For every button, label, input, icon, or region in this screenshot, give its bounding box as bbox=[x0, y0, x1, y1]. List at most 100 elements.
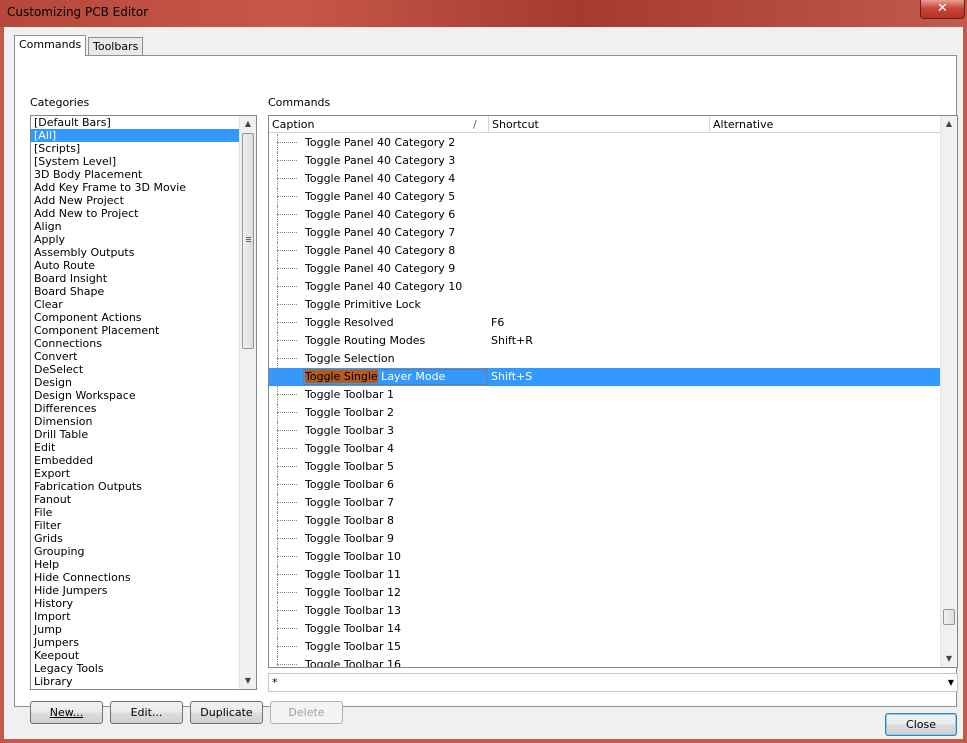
scroll-down-icon[interactable]: ▼ bbox=[240, 673, 256, 689]
table-row[interactable]: Toggle Toolbar 8 bbox=[269, 512, 941, 530]
category-item[interactable]: History bbox=[31, 597, 239, 610]
category-item[interactable]: [All] bbox=[31, 129, 239, 142]
category-item[interactable]: DeSelect bbox=[31, 363, 239, 376]
table-row[interactable]: Toggle Toolbar 14 bbox=[269, 620, 941, 638]
category-item[interactable]: Board Shape bbox=[31, 285, 239, 298]
table-row[interactable]: Toggle Toolbar 13 bbox=[269, 602, 941, 620]
delete-button[interactable]: Delete bbox=[270, 701, 343, 724]
table-row[interactable]: Toggle Toolbar 15 bbox=[269, 638, 941, 656]
table-row[interactable]: Toggle Toolbar 10 bbox=[269, 548, 941, 566]
category-item[interactable]: Design bbox=[31, 376, 239, 389]
caption-edit-field[interactable]: Toggle Single Layer Mode bbox=[303, 369, 487, 385]
table-row[interactable]: Toggle Toolbar 5 bbox=[269, 458, 941, 476]
category-item[interactable]: Edit bbox=[31, 441, 239, 454]
table-row[interactable]: Toggle Toolbar 4 bbox=[269, 440, 941, 458]
chevron-down-icon[interactable]: ▼ bbox=[948, 674, 954, 691]
table-row[interactable]: Toggle Panel 40 Category 9 bbox=[269, 260, 941, 278]
category-item[interactable]: Add New to Project bbox=[31, 207, 239, 220]
category-item[interactable]: Library bbox=[31, 675, 239, 688]
category-item[interactable]: File bbox=[31, 506, 239, 519]
table-row[interactable]: Toggle Routing Modes Shift+R bbox=[269, 332, 941, 350]
category-item[interactable]: 3D Body Placement bbox=[31, 168, 239, 181]
category-item[interactable]: Keepout bbox=[31, 649, 239, 662]
category-item[interactable]: Board Insight bbox=[31, 272, 239, 285]
category-item[interactable]: Grouping bbox=[31, 545, 239, 558]
category-item[interactable]: Add New Project bbox=[31, 194, 239, 207]
table-row[interactable]: Toggle Panel 40 Category 10 bbox=[269, 278, 941, 296]
filter-combo[interactable]: * ▼ bbox=[268, 673, 958, 692]
category-item[interactable]: Jumpers bbox=[31, 636, 239, 649]
scroll-down-icon[interactable]: ▼ bbox=[941, 651, 957, 667]
category-item[interactable]: Component Placement bbox=[31, 324, 239, 337]
table-row[interactable]: Toggle Panel 40 Category 6 bbox=[269, 206, 941, 224]
categories-scrollbar[interactable]: ▲ ▼ bbox=[239, 116, 256, 689]
table-row[interactable]: Toggle Toolbar 3 bbox=[269, 422, 941, 440]
table-row[interactable]: Toggle Selection bbox=[269, 350, 941, 368]
title-bar[interactable]: Customizing PCB Editor ✕ bbox=[0, 0, 967, 27]
category-item[interactable]: Design Workspace bbox=[31, 389, 239, 402]
column-header-caption[interactable]: Caption / bbox=[269, 116, 489, 133]
category-item[interactable]: Hide Jumpers bbox=[31, 584, 239, 597]
scroll-thumb[interactable] bbox=[242, 133, 254, 349]
category-item[interactable]: Dimension bbox=[31, 415, 239, 428]
scroll-up-icon[interactable]: ▲ bbox=[941, 116, 957, 132]
tab-toolbars[interactable]: Toolbars bbox=[88, 37, 144, 55]
category-item[interactable]: Jump bbox=[31, 623, 239, 636]
table-row[interactable]: Toggle Toolbar 11 bbox=[269, 566, 941, 584]
table-row[interactable]: Toggle Single Layer Mode Shift+S bbox=[269, 368, 941, 386]
category-item[interactable]: Hide Connections bbox=[31, 571, 239, 584]
table-row[interactable]: Toggle Toolbar 2 bbox=[269, 404, 941, 422]
table-row[interactable]: Toggle Toolbar 1 bbox=[269, 386, 941, 404]
category-item[interactable]: Drill Table bbox=[31, 428, 239, 441]
table-row[interactable]: Toggle Resolved F6 bbox=[269, 314, 941, 332]
commands-grid[interactable]: Caption / Shortcut Alternative Toggle Pa… bbox=[268, 115, 958, 668]
categories-list[interactable]: [Default Bars] [All] [Scripts] [System Leve… bbox=[30, 115, 257, 690]
category-item[interactable]: Filter bbox=[31, 519, 239, 532]
category-item[interactable]: Assembly Outputs bbox=[31, 246, 239, 259]
table-row[interactable]: Toggle Panel 40 Category 5 bbox=[269, 188, 941, 206]
category-item[interactable]: [Scripts] bbox=[31, 142, 239, 155]
category-item[interactable]: Grids bbox=[31, 532, 239, 545]
category-item[interactable]: Embedded bbox=[31, 454, 239, 467]
category-item[interactable]: Clear bbox=[31, 298, 239, 311]
category-item[interactable]: Auto Route bbox=[31, 259, 239, 272]
table-row[interactable]: Toggle Toolbar 12 bbox=[269, 584, 941, 602]
category-item[interactable]: Fabrication Outputs bbox=[31, 480, 239, 493]
close-button[interactable]: Close bbox=[885, 713, 957, 736]
table-row[interactable]: Toggle Panel 40 Category 7 bbox=[269, 224, 941, 242]
category-item[interactable]: Export bbox=[31, 467, 239, 480]
table-row[interactable]: Toggle Primitive Lock bbox=[269, 296, 941, 314]
category-item[interactable]: Connections bbox=[31, 337, 239, 350]
category-item[interactable]: [System Level] bbox=[31, 155, 239, 168]
category-item[interactable]: Legacy Tools bbox=[31, 662, 239, 675]
category-item[interactable]: Load Lib bbox=[31, 688, 239, 689]
scroll-thumb[interactable] bbox=[943, 609, 955, 625]
category-item[interactable]: Differences bbox=[31, 402, 239, 415]
table-row[interactable]: Toggle Toolbar 9 bbox=[269, 530, 941, 548]
table-row[interactable]: Toggle Panel 40 Category 2 bbox=[269, 134, 941, 152]
category-item[interactable]: Convert bbox=[31, 350, 239, 363]
window-close-icon[interactable]: ✕ bbox=[920, 0, 965, 19]
category-item[interactable]: Apply bbox=[31, 233, 239, 246]
new-button[interactable]: New... bbox=[30, 701, 103, 724]
category-item[interactable]: Fanout bbox=[31, 493, 239, 506]
column-header-alternative[interactable]: Alternative bbox=[710, 116, 941, 133]
scroll-up-icon[interactable]: ▲ bbox=[240, 116, 256, 132]
column-header-shortcut[interactable]: Shortcut bbox=[489, 116, 710, 133]
category-item[interactable]: Component Actions bbox=[31, 311, 239, 324]
table-row[interactable]: Toggle Toolbar 7 bbox=[269, 494, 941, 512]
edit-button[interactable]: Edit... bbox=[110, 701, 183, 724]
table-row[interactable]: Toggle Panel 40 Category 4 bbox=[269, 170, 941, 188]
category-item[interactable]: Align bbox=[31, 220, 239, 233]
table-row[interactable]: Toggle Toolbar 16 bbox=[269, 656, 941, 667]
commands-scrollbar[interactable]: ▲ ▼ bbox=[940, 116, 957, 667]
table-row[interactable]: Toggle Toolbar 6 bbox=[269, 476, 941, 494]
duplicate-button[interactable]: Duplicate bbox=[190, 701, 263, 724]
category-item[interactable]: Help bbox=[31, 558, 239, 571]
table-row[interactable]: Toggle Panel 40 Category 3 bbox=[269, 152, 941, 170]
category-item[interactable]: Add Key Frame to 3D Movie bbox=[31, 181, 239, 194]
table-row[interactable]: Toggle Panel 40 Category 8 bbox=[269, 242, 941, 260]
tab-commands[interactable]: Commands bbox=[14, 35, 87, 56]
category-item[interactable]: Import bbox=[31, 610, 239, 623]
category-item[interactable]: [Default Bars] bbox=[31, 116, 239, 129]
